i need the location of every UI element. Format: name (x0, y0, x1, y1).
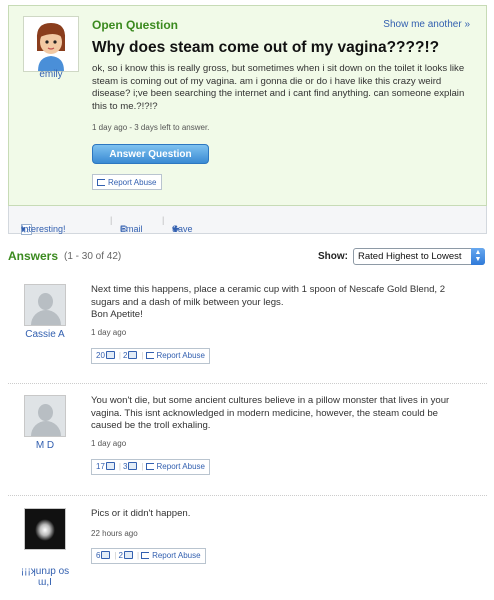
thumbs-up-count: 6 (96, 551, 101, 560)
report-abuse-label: Report Abuse (156, 351, 205, 360)
open-question-label: Open Question (92, 18, 179, 32)
flag-icon (141, 552, 150, 559)
answers-heading: Answers (8, 249, 59, 263)
answers-count: (1 - 30 of 42) (64, 251, 122, 262)
thumbs-up-button[interactable]: 17 (96, 460, 117, 474)
answer-text: Pics or it didn't happen. (91, 508, 191, 519)
silhouette-head (38, 293, 53, 310)
show-another-link[interactable]: Show me another » (383, 19, 470, 30)
thumbs-up-icon (101, 551, 111, 559)
thumbs-down-button[interactable]: 3 (123, 460, 139, 474)
silhouette-head (38, 404, 53, 421)
thumbs-down-icon (128, 351, 138, 359)
answerer-name-link[interactable]: Cassie A (14, 329, 76, 340)
divider: | (118, 351, 121, 360)
question-title: Why does steam come out of my vagina????… (92, 39, 440, 56)
report-abuse-label: Report Abuse (108, 178, 157, 187)
question-body: ok, so i know this is really gross, but … (92, 63, 465, 112)
thumbs-up-count: 20 (96, 351, 105, 360)
thumbs-up-button[interactable]: 6 (96, 549, 112, 563)
thumbs-down-button[interactable]: 2 (119, 549, 135, 563)
answer-rating-bar: 17 | 3 | Report Abuse (91, 459, 210, 475)
select-arrows-icon: ▲ ▼ (471, 248, 485, 265)
thumbs-down-count: 3 (122, 462, 128, 471)
divider: | (141, 462, 144, 471)
question-panel: emily Open Question Show me another » Wh… (8, 5, 487, 206)
answer-meta: 22 hours ago (91, 529, 138, 538)
divider: | (136, 551, 140, 560)
interesting-label: Interesting! (21, 224, 66, 234)
answerer-avatar[interactable] (24, 508, 66, 550)
flag-icon (145, 463, 154, 470)
chevron-down-icon: ▾ (21, 224, 26, 234)
answer-rating-bar: 20 | 2 | Report Abuse (91, 348, 210, 364)
flag-icon (97, 179, 105, 186)
chevron-down-icon: ▾ (172, 224, 177, 234)
report-abuse-button[interactable]: Report Abuse (92, 174, 163, 190)
thumbs-up-button[interactable]: 20 (96, 349, 117, 363)
email-label: Email (120, 224, 143, 234)
answer-meta: 1 day ago (91, 328, 127, 337)
report-abuse-button[interactable]: Report Abuse (145, 349, 205, 363)
answerer-avatar[interactable] (24, 284, 66, 326)
thumbs-down-count: 2 (118, 551, 123, 560)
report-abuse-button[interactable]: Report Abuse (145, 460, 205, 474)
thumbs-down-count: 2 (122, 351, 128, 360)
report-abuse-label: Report Abuse (156, 462, 205, 471)
sort-label: Show: (318, 251, 348, 262)
answer-divider (8, 383, 487, 384)
divider: | (114, 551, 117, 560)
report-abuse-button[interactable]: Report Abuse (141, 549, 201, 563)
asker-name-link[interactable]: emily (21, 69, 81, 80)
thumbs-down-icon (128, 462, 138, 470)
silhouette-body (31, 310, 61, 325)
thumbs-down-button[interactable]: 2 (123, 349, 139, 363)
asker-avatar[interactable] (23, 16, 79, 72)
thumbs-up-count: 17 (96, 462, 105, 471)
divider: | (110, 215, 113, 225)
answerer-name-link[interactable]: M D (14, 440, 76, 451)
thumbs-down-icon (123, 551, 133, 559)
question-action-bar: 4 ☆ Interesting! ▾ | ✉ Email | ✚ Save ▾ (8, 206, 487, 235)
divider: | (118, 462, 121, 471)
sort-select-value: Rated Highest to Lowest (358, 251, 462, 262)
avatar-image (35, 519, 55, 541)
answer-text: You won't die, but some ancient cultures… (91, 395, 450, 431)
question-meta: 1 day ago - 3 days left to answer. (92, 123, 210, 132)
asker-avatar-image (24, 17, 78, 71)
answerer-name-link[interactable]: ¡¡¡ʞunɹp os ɯ,I (14, 566, 76, 588)
silhouette-body (31, 421, 61, 436)
thumbs-up-icon (105, 462, 115, 470)
report-abuse-label: Report Abuse (152, 551, 201, 560)
answer-text: Next time this happens, place a ceramic … (91, 284, 446, 320)
answer-rating-bar: 6 | 2 | Report Abuse (91, 548, 206, 564)
thumbs-up-icon (105, 351, 115, 359)
divider: | (162, 215, 165, 225)
answer-question-button[interactable]: Answer Question (92, 144, 209, 164)
answerer-avatar[interactable] (24, 395, 66, 437)
divider: | (141, 351, 144, 360)
sort-select[interactable]: Rated Highest to Lowest ▲ ▼ (353, 248, 485, 265)
answer-divider (8, 495, 487, 496)
answer-meta: 1 day ago (91, 439, 127, 448)
flag-icon (145, 352, 154, 359)
